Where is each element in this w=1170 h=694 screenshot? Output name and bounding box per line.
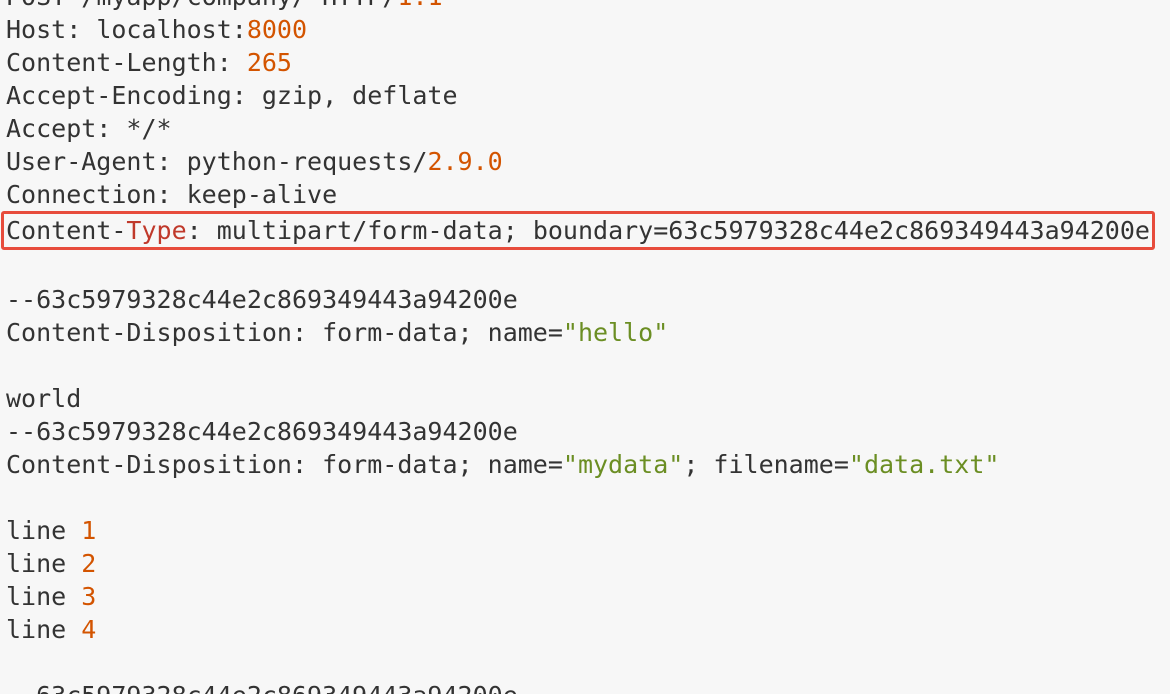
boundary-start-2: --63c5979328c44e2c869349443a94200e — [6, 417, 518, 446]
http-request-block: POST /myapp/company/ HTTP/1.1 Host: loca… — [0, 0, 1170, 694]
part2-disposition: Content-Disposition: form-data; name="my… — [6, 450, 999, 479]
boundary-start-1: --63c5979328c44e2c869349443a94200e — [6, 285, 518, 314]
file-line-4: line 4 — [6, 615, 96, 644]
header-content-type-highlight: Content-Type: multipart/form-data; bound… — [1, 211, 1155, 250]
file-line-2: line 2 — [6, 549, 96, 578]
header-content-length: Content-Length: 265 — [6, 48, 292, 77]
boundary-end: --63c5979328c44e2c869349443a94200e-- — [6, 681, 548, 694]
part1-value: world — [6, 384, 81, 413]
header-accept: Accept: */* — [6, 114, 172, 143]
request-line: POST /myapp/company/ HTTP/1.1 — [6, 0, 443, 11]
file-line-3: line 3 — [6, 582, 96, 611]
header-host: Host: localhost:8000 — [6, 15, 307, 44]
header-accept-encoding: Accept-Encoding: gzip, deflate — [6, 81, 458, 110]
header-connection: Connection: keep-alive — [6, 180, 337, 209]
part1-disposition: Content-Disposition: form-data; name="he… — [6, 318, 668, 347]
file-line-1: line 1 — [6, 516, 96, 545]
header-user-agent: User-Agent: python-requests/2.9.0 — [6, 147, 503, 176]
